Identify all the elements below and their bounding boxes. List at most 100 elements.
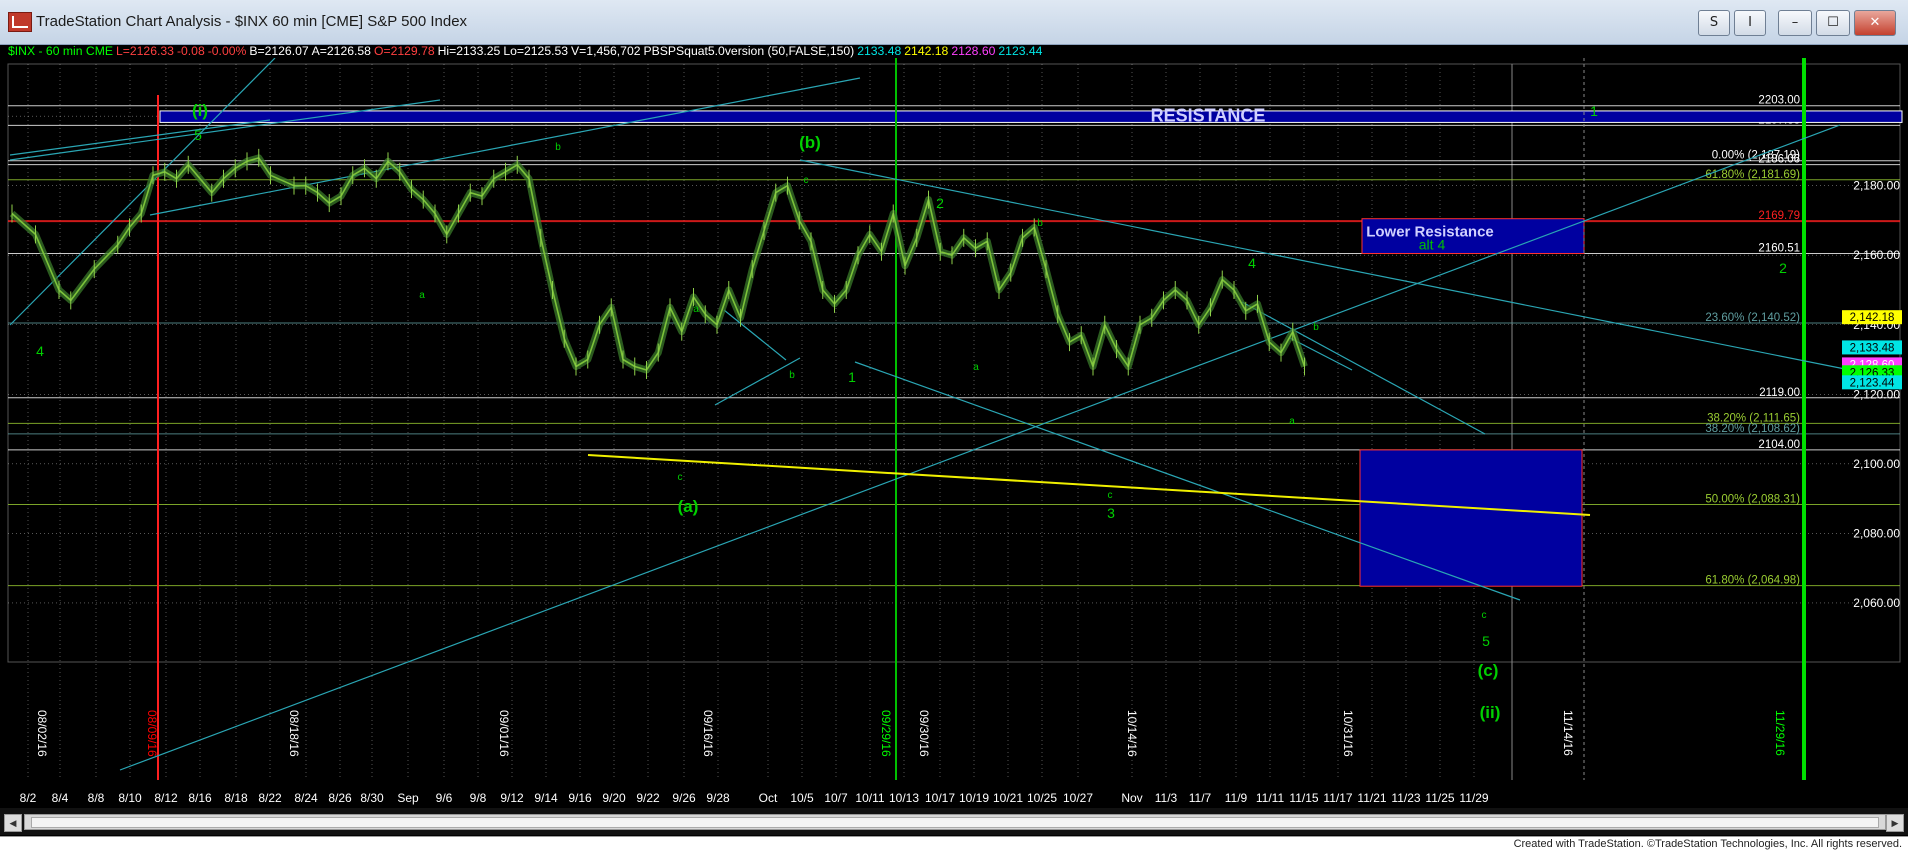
x-tick-label: 8/8 bbox=[88, 791, 105, 805]
x-tick-label: 10/27 bbox=[1063, 791, 1093, 805]
wave-label: a bbox=[419, 290, 425, 301]
x-tick-label: 8/10 bbox=[118, 791, 142, 805]
chart-window: TradeStation Chart Analysis - $INX 60 mi… bbox=[0, 0, 1908, 853]
x-tick-label: 8/30 bbox=[360, 791, 384, 805]
x-tick-label: Sep bbox=[397, 791, 419, 805]
x-tick-label: 10/7 bbox=[824, 791, 848, 805]
y-tick-label: 2,180.00 bbox=[1853, 179, 1900, 193]
wave-label: (b) bbox=[799, 133, 821, 152]
x-tick-label: 8/22 bbox=[258, 791, 282, 805]
wave-label: 1 bbox=[1590, 103, 1598, 119]
price-level-label: 2119.00 bbox=[1759, 387, 1800, 399]
scroll-left-arrow-icon[interactable]: ◀ bbox=[4, 814, 22, 832]
price-tag-label: 2,142.18 bbox=[1850, 312, 1895, 324]
info-field: A=2126.58 bbox=[311, 44, 371, 58]
x-tick-label: 9/22 bbox=[636, 791, 660, 805]
price-level-label: 2104.00 bbox=[1758, 439, 1800, 451]
x-tick-label: Nov bbox=[1121, 791, 1142, 805]
x-tick-label: 11/23 bbox=[1391, 791, 1420, 805]
x-tick-label: 8/26 bbox=[328, 791, 352, 805]
info-field: 2133.48 bbox=[857, 44, 902, 58]
price-tag-label: 2,133.48 bbox=[1850, 342, 1895, 354]
info-field: Hi=2133.25 bbox=[437, 44, 501, 58]
info-field: O=2129.78 bbox=[373, 44, 435, 58]
scroll-track[interactable] bbox=[24, 814, 1886, 830]
price-tag-label: 2,123.44 bbox=[1850, 377, 1895, 389]
status-bar: Created with TradeStation. ©TradeStation… bbox=[0, 836, 1908, 853]
wave-label: a bbox=[1289, 416, 1295, 427]
price-level-label: 2203.00 bbox=[1758, 95, 1800, 107]
wave-label: 2 bbox=[936, 195, 944, 211]
x-tick-label: 10/25 bbox=[1027, 791, 1057, 805]
info-field: -0.00% bbox=[207, 44, 247, 58]
x-tick-label: 8/16 bbox=[188, 791, 212, 805]
y-tick-label: 2,080.00 bbox=[1853, 526, 1900, 540]
date-label: 09/01/16 bbox=[497, 710, 511, 757]
date-label: 10/31/16 bbox=[1341, 710, 1355, 757]
alt-4-label: alt 4 bbox=[1419, 236, 1446, 252]
minimize-button[interactable]: – bbox=[1778, 10, 1812, 36]
x-tick-label: 8/4 bbox=[52, 791, 69, 805]
date-label: 11/29/16 bbox=[1773, 710, 1787, 756]
x-tick-label: 11/21 bbox=[1357, 791, 1386, 805]
x-tick-label: 11/3 bbox=[1155, 791, 1178, 805]
info-field: 2123.44 bbox=[998, 44, 1043, 58]
quote-info-bar: $INX - 60 min CME L=2126.33 -0.08 -0.00% B=2… bbox=[0, 44, 1908, 58]
maximize-button[interactable]: ☐ bbox=[1816, 10, 1850, 36]
x-tick-label: 9/20 bbox=[602, 791, 626, 805]
y-tick-label: 2,100.00 bbox=[1853, 457, 1900, 471]
price-chart[interactable]: 8/2 8/4 8/8 8/10 8/12 8/16 8/18 8/22 8/24 8/26 8/3… bbox=[0, 58, 1908, 808]
resistance-label: RESISTANCE bbox=[1151, 105, 1266, 125]
info-field: B=2126.07 bbox=[249, 44, 309, 58]
y-tick-label: 2,060.00 bbox=[1853, 596, 1900, 610]
x-tick-label: 8/18 bbox=[224, 791, 248, 805]
y-tick-label: 2,120.00 bbox=[1853, 387, 1900, 401]
price-level-label: 23.60% (2,140.52) bbox=[1705, 312, 1800, 324]
close-button[interactable]: ✕ bbox=[1854, 10, 1896, 36]
credit-text: Created with TradeStation. ©TradeStation… bbox=[1513, 838, 1902, 850]
x-tick-label: 11/17 bbox=[1323, 791, 1352, 805]
wave-label: a bbox=[973, 362, 979, 373]
info-field: Lo=2125.53 bbox=[503, 44, 569, 58]
info-field: 2142.18 bbox=[904, 44, 949, 58]
wave-label: b bbox=[555, 142, 561, 153]
x-tick-label: 10/17 bbox=[925, 791, 955, 805]
chart-scrollbar[interactable]: ◀ ▶ bbox=[0, 808, 1908, 835]
date-label: 11/14/16 bbox=[1561, 710, 1575, 756]
x-tick-label: 9/16 bbox=[568, 791, 592, 805]
date-label: 08/18/16 bbox=[287, 710, 301, 757]
wave-label: b bbox=[789, 370, 795, 381]
x-tick-label: Oct bbox=[759, 791, 778, 805]
price-level-label: 2160.51 bbox=[1758, 242, 1800, 254]
wave-label: 3 bbox=[1107, 505, 1115, 521]
x-tick-label: 11/15 bbox=[1289, 791, 1318, 805]
date-label: 10/14/16 bbox=[1125, 710, 1139, 757]
x-tick-label: 11/9 bbox=[1225, 791, 1248, 805]
x-tick-label: 9/8 bbox=[470, 791, 487, 805]
date-label: 08/02/16 bbox=[35, 710, 49, 757]
wave-label: 2 bbox=[1779, 260, 1787, 276]
info-field: $INX - 60 min CME bbox=[8, 44, 113, 58]
x-tick-label: 9/12 bbox=[500, 791, 524, 805]
wave-label: (a) bbox=[678, 497, 699, 516]
scroll-right-arrow-icon[interactable]: ▶ bbox=[1886, 814, 1904, 832]
symbol-link-button[interactable]: S bbox=[1698, 10, 1730, 36]
x-tick-label: 10/19 bbox=[959, 791, 989, 805]
x-tick-label: 9/28 bbox=[706, 791, 730, 805]
x-tick-label: 9/14 bbox=[534, 791, 558, 805]
info-field: V=1,456,702 bbox=[571, 44, 641, 58]
info-field: 2128.60 bbox=[951, 44, 996, 58]
x-tick-label: 10/11 bbox=[855, 791, 884, 805]
wave-label: c bbox=[804, 175, 809, 186]
x-tick-label: 11/11 bbox=[1256, 791, 1285, 805]
wave-label: 4 bbox=[36, 343, 44, 359]
indicator-link-button[interactable]: I bbox=[1734, 10, 1766, 36]
tradestation-app-icon bbox=[8, 12, 32, 32]
wave-label: b bbox=[1313, 322, 1319, 333]
price-level-label: 38.20% (2,108.62) bbox=[1705, 423, 1800, 435]
info-field: PBSPSquat5.0version (50,FALSE,150) bbox=[643, 44, 855, 58]
x-tick-label: 11/7 bbox=[1189, 791, 1212, 805]
x-tick-label: 9/26 bbox=[672, 791, 696, 805]
target-zone bbox=[1359, 449, 1583, 587]
scroll-thumb[interactable] bbox=[31, 817, 1879, 828]
